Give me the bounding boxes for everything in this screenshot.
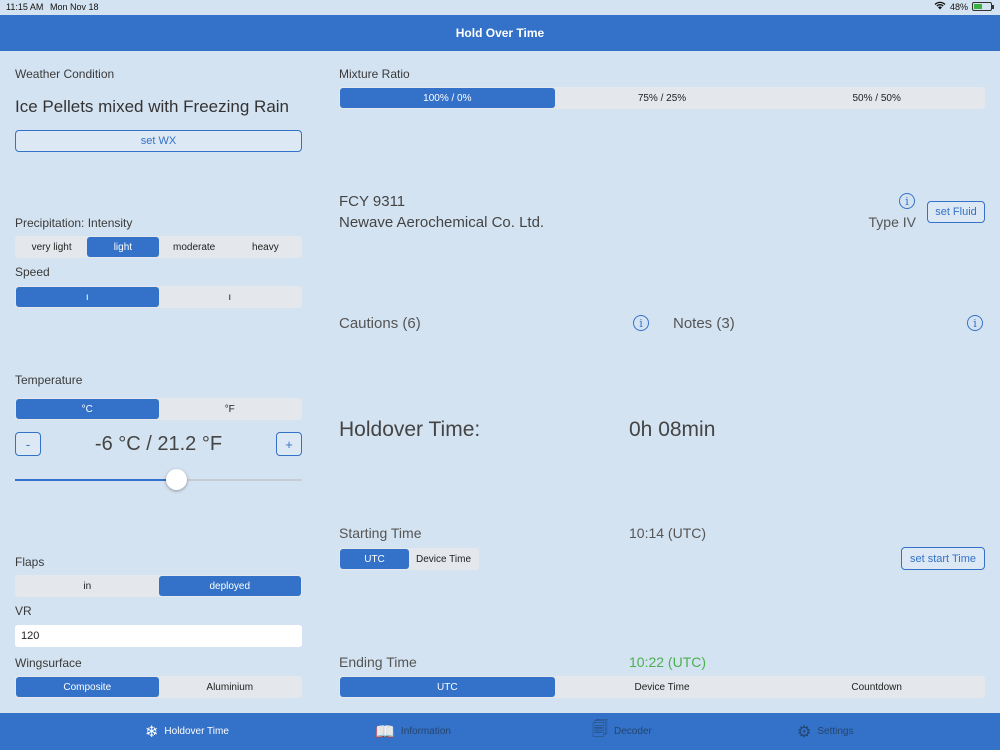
segment-fahrenheit[interactable]: °F bbox=[159, 399, 302, 419]
vr-input[interactable]: 120 bbox=[15, 625, 302, 647]
tab-settings-label: Settings bbox=[817, 726, 854, 737]
vr-label: VR bbox=[15, 604, 32, 618]
tab-information[interactable]: 📖 Information bbox=[375, 713, 451, 750]
status-bar: 11:15 AM Mon Nov 18 48% bbox=[0, 0, 1000, 15]
fluid-info-icon[interactable]: i bbox=[899, 193, 915, 209]
set-wx-button[interactable]: set WX bbox=[15, 130, 302, 152]
weather-condition-label: Weather Condition bbox=[15, 67, 115, 81]
segment-very-light[interactable]: very light bbox=[16, 237, 87, 257]
speed-label: Speed bbox=[15, 265, 50, 279]
snowflake-icon: ❄ bbox=[145, 723, 159, 741]
segment-flaps-deployed[interactable]: deployed bbox=[158, 576, 301, 596]
starting-time-zone-control[interactable]: UTC Device Time bbox=[339, 548, 479, 570]
ending-time-value: 10:22 (UTC) bbox=[629, 654, 707, 670]
flaps-control[interactable]: in deployed bbox=[15, 575, 302, 597]
nav-bar: Hold Over Time bbox=[0, 15, 1000, 51]
tab-decoder[interactable]: 🗐 Decoder bbox=[592, 713, 652, 750]
set-fluid-button[interactable]: set Fluid bbox=[927, 201, 985, 223]
segment-light[interactable]: light bbox=[87, 237, 159, 257]
temperature-value: -6 °C / 21.2 °F bbox=[94, 433, 223, 455]
temperature-increase-button[interactable]: + bbox=[276, 432, 302, 456]
gears-icon: ⚙ bbox=[797, 723, 812, 741]
segment-flaps-in[interactable]: in bbox=[16, 576, 159, 596]
mixture-ratio-label: Mixture Ratio bbox=[339, 67, 410, 81]
temperature-label: Temperature bbox=[15, 373, 83, 387]
vr-label-text: VR bbox=[15, 604, 32, 618]
notes-label[interactable]: Notes (3) bbox=[673, 315, 735, 332]
segment-start-utc[interactable]: UTC bbox=[340, 549, 409, 569]
tab-bar: ❄ Holdover Time 📖 Information 🗐 Decoder … bbox=[0, 713, 1000, 750]
wingsurface-control[interactable]: Composite Aluminium bbox=[15, 676, 302, 698]
status-time: 11:15 AM bbox=[6, 2, 44, 12]
segment-celsius[interactable]: °C bbox=[16, 399, 159, 419]
precipitation-intensity-label: Precipitation: Intensity bbox=[15, 216, 133, 230]
set-start-time-button[interactable]: set start Time bbox=[901, 547, 985, 570]
segment-aluminium[interactable]: Aluminium bbox=[159, 677, 302, 697]
wifi-icon bbox=[934, 1, 946, 12]
segment-heavy[interactable]: heavy bbox=[230, 237, 301, 257]
temperature-slider-thumb[interactable] bbox=[165, 469, 187, 490]
document-search-icon: 🗐 bbox=[592, 721, 608, 738]
segment-mix-100[interactable]: 100% / 0% bbox=[340, 88, 555, 108]
battery-icon bbox=[972, 2, 994, 11]
temperature-unit-control[interactable]: °C °F bbox=[15, 398, 302, 420]
fluid-manufacturer: Newave Aerochemical Co. Ltd. bbox=[339, 214, 545, 231]
status-date: Mon Nov 18 bbox=[50, 2, 99, 12]
ending-time-control[interactable]: UTC Device Time Countdown bbox=[339, 676, 985, 698]
battery-percent: 48% bbox=[949, 1, 968, 12]
wingsurface-label: Wingsurface bbox=[15, 656, 82, 670]
segment-end-countdown[interactable]: Countdown bbox=[769, 677, 984, 697]
segment-start-device-time[interactable]: Device Time bbox=[409, 549, 478, 569]
ending-time-label: Ending Time bbox=[339, 654, 417, 670]
segment-moderate[interactable]: moderate bbox=[159, 237, 230, 257]
fluid-name: FCY 9311 bbox=[339, 193, 406, 210]
starting-time-label: Starting Time bbox=[339, 525, 422, 541]
holdover-time-label: Holdover Time: bbox=[339, 418, 481, 441]
status-right: 48% bbox=[934, 1, 994, 12]
tab-settings[interactable]: ⚙ Settings bbox=[797, 713, 853, 750]
tab-information-label: Information bbox=[400, 726, 451, 737]
cautions-info-icon[interactable]: i bbox=[633, 315, 649, 331]
mixture-ratio-control[interactable]: 100% / 0% 75% / 25% 50% / 50% bbox=[339, 87, 985, 109]
holdover-time-value: 0h 08min bbox=[629, 418, 716, 441]
starting-time-value: 10:14 (UTC) bbox=[629, 525, 707, 541]
segment-end-device-time[interactable]: Device Time bbox=[555, 677, 770, 697]
cautions-label[interactable]: Cautions (6) bbox=[339, 315, 421, 332]
tab-decoder-label: Decoder bbox=[613, 726, 652, 737]
segment-mix-75[interactable]: 75% / 25% bbox=[555, 88, 770, 108]
segment-composite[interactable]: Composite bbox=[16, 677, 159, 697]
temperature-slider-fill bbox=[15, 479, 176, 481]
segment-speed-high[interactable]: ı bbox=[159, 287, 302, 307]
tab-holdover-time[interactable]: ❄ Holdover Time bbox=[145, 713, 229, 750]
notes-info-icon[interactable]: i bbox=[967, 315, 983, 331]
tab-holdover-time-label: Holdover Time bbox=[164, 726, 229, 737]
segment-end-utc[interactable]: UTC bbox=[340, 677, 555, 697]
segment-speed-low[interactable]: ı bbox=[16, 287, 159, 307]
fluid-type: Type IV bbox=[868, 214, 916, 230]
precipitation-intensity-control[interactable]: very light light moderate heavy bbox=[15, 236, 302, 258]
page-title: Hold Over Time bbox=[455, 26, 545, 40]
speed-control[interactable]: ı ı bbox=[15, 286, 302, 308]
weather-condition-value: Ice Pellets mixed with Freezing Rain bbox=[15, 97, 290, 116]
temperature-decrease-button[interactable]: - bbox=[15, 432, 41, 456]
temperature-slider[interactable] bbox=[15, 469, 302, 490]
book-icon: 📖 bbox=[375, 723, 395, 741]
segment-mix-50[interactable]: 50% / 50% bbox=[769, 88, 984, 108]
flaps-label: Flaps bbox=[15, 555, 45, 569]
